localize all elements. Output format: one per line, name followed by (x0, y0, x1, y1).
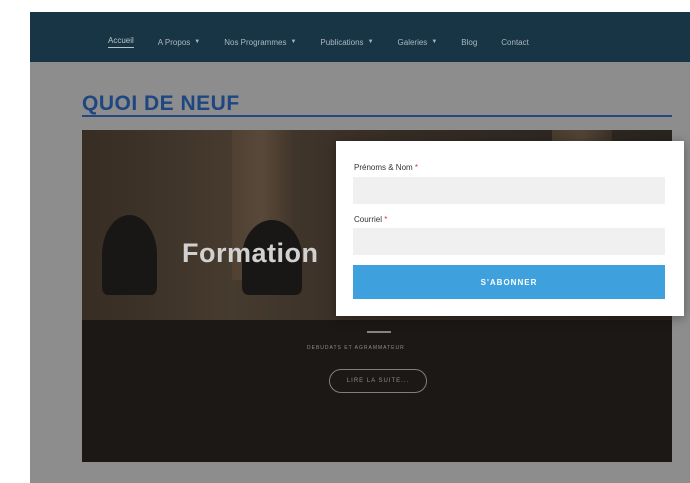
required-marker: * (384, 215, 388, 224)
email-label-text: Courriel (354, 215, 383, 224)
name-label-text: Prénoms & Nom (354, 163, 413, 172)
email-input[interactable] (353, 228, 665, 255)
subscribe-modal: Prénoms & Nom * Courriel * S'ABONNER (336, 141, 684, 316)
subscribe-button[interactable]: S'ABONNER (353, 265, 665, 299)
name-field-label: Prénoms & Nom * (354, 163, 418, 172)
required-marker: * (414, 163, 419, 172)
name-input[interactable] (353, 177, 665, 204)
email-field-label: Courriel * (354, 215, 387, 224)
